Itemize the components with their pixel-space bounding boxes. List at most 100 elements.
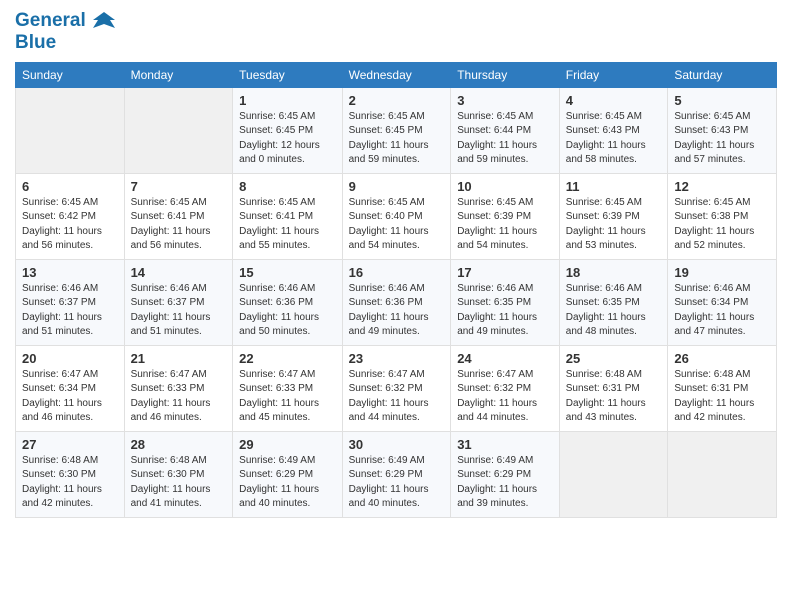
calendar-cell: 6 Sunrise: 6:45 AM Sunset: 6:42 PM Daylig… bbox=[16, 173, 125, 259]
day-content: Sunrise: 6:45 AM Sunset: 6:40 PM Dayligh… bbox=[349, 196, 445, 254]
day-number: 28 bbox=[131, 437, 227, 452]
logo-bird-icon bbox=[93, 10, 115, 32]
day-content: Sunrise: 6:49 AM Sunset: 6:29 PM Dayligh… bbox=[239, 454, 335, 512]
calendar-cell: 10Sunrise: 6:45 AM Sunset: 6:39 PM Dayli… bbox=[451, 173, 560, 259]
day-content: Sunrise: 6:48 AM Sunset: 6:31 PM Dayligh… bbox=[674, 368, 770, 426]
day-number: 17 bbox=[457, 265, 553, 280]
day-number: 21 bbox=[131, 351, 227, 366]
calendar-cell: 2 Sunrise: 6:45 AM Sunset: 6:45 PM Daylig… bbox=[342, 87, 451, 173]
day-number: 6 bbox=[22, 179, 118, 194]
day-number: 11 bbox=[566, 179, 662, 194]
day-content: Sunrise: 6:45 AM Sunset: 6:38 PM Dayligh… bbox=[674, 196, 770, 254]
day-content: Sunrise: 6:46 AM Sunset: 6:36 PM Dayligh… bbox=[239, 282, 335, 340]
day-number: 12 bbox=[674, 179, 770, 194]
calendar-cell: 18 Sunrise: 6:46 AM Sunset: 6:35 PM Dayli… bbox=[559, 259, 668, 345]
calendar-cell: 12 Sunrise: 6:45 AM Sunset: 6:38 PM Dayli… bbox=[668, 173, 777, 259]
calendar-cell: 7 Sunrise: 6:45 AM Sunset: 6:41 PM Daylig… bbox=[124, 173, 233, 259]
calendar-cell: 26 Sunrise: 6:48 AM Sunset: 6:31 PM Dayli… bbox=[668, 345, 777, 431]
calendar-cell: 24 Sunrise: 6:47 AM Sunset: 6:32 PM Dayli… bbox=[451, 345, 560, 431]
day-number: 14 bbox=[131, 265, 227, 280]
header-day-wednesday: Wednesday bbox=[342, 62, 451, 87]
logo-text: General bbox=[15, 10, 115, 32]
day-content: Sunrise: 6:45 AM Sunset: 6:45 PM Dayligh… bbox=[349, 110, 445, 168]
calendar-cell: 31 Sunrise: 6:49 AM Sunset: 6:29 PM Dayli… bbox=[451, 431, 560, 517]
day-number: 24 bbox=[457, 351, 553, 366]
day-number: 26 bbox=[674, 351, 770, 366]
calendar-cell: 17 Sunrise: 6:46 AM Sunset: 6:35 PM Dayli… bbox=[451, 259, 560, 345]
day-content: Sunrise: 6:49 AM Sunset: 6:29 PM Dayligh… bbox=[457, 454, 553, 512]
calendar-cell: 1Sunrise: 6:45 AM Sunset: 6:45 PM Daylig… bbox=[233, 87, 342, 173]
calendar-cell: 15 Sunrise: 6:46 AM Sunset: 6:36 PM Dayli… bbox=[233, 259, 342, 345]
calendar-cell: 3Sunrise: 6:45 AM Sunset: 6:44 PM Daylig… bbox=[451, 87, 560, 173]
header-row: SundayMondayTuesdayWednesdayThursdayFrid… bbox=[16, 62, 777, 87]
day-content: Sunrise: 6:47 AM Sunset: 6:32 PM Dayligh… bbox=[349, 368, 445, 426]
day-number: 2 bbox=[349, 93, 445, 108]
day-content: Sunrise: 6:47 AM Sunset: 6:32 PM Dayligh… bbox=[457, 368, 553, 426]
day-content: Sunrise: 6:48 AM Sunset: 6:30 PM Dayligh… bbox=[22, 454, 118, 512]
calendar-cell: 28 Sunrise: 6:48 AM Sunset: 6:30 PM Dayli… bbox=[124, 431, 233, 517]
day-number: 8 bbox=[239, 179, 335, 194]
day-content: Sunrise: 6:45 AM Sunset: 6:41 PM Dayligh… bbox=[131, 196, 227, 254]
day-content: Sunrise: 6:46 AM Sunset: 6:35 PM Dayligh… bbox=[457, 282, 553, 340]
day-number: 16 bbox=[349, 265, 445, 280]
calendar-table: SundayMondayTuesdayWednesdayThursdayFrid… bbox=[15, 62, 777, 518]
day-number: 22 bbox=[239, 351, 335, 366]
day-number: 20 bbox=[22, 351, 118, 366]
day-content: Sunrise: 6:45 AM Sunset: 6:39 PM Dayligh… bbox=[566, 196, 662, 254]
day-content: Sunrise: 6:49 AM Sunset: 6:29 PM Dayligh… bbox=[349, 454, 445, 512]
calendar-cell: 16 Sunrise: 6:46 AM Sunset: 6:36 PM Dayli… bbox=[342, 259, 451, 345]
day-content: Sunrise: 6:45 AM Sunset: 6:42 PM Dayligh… bbox=[22, 196, 118, 254]
calendar-cell: 5Sunrise: 6:45 AM Sunset: 6:43 PM Daylig… bbox=[668, 87, 777, 173]
calendar-cell: 22 Sunrise: 6:47 AM Sunset: 6:33 PM Dayli… bbox=[233, 345, 342, 431]
calendar-cell: 13Sunrise: 6:46 AM Sunset: 6:37 PM Dayli… bbox=[16, 259, 125, 345]
day-number: 7 bbox=[131, 179, 227, 194]
day-number: 29 bbox=[239, 437, 335, 452]
day-content: Sunrise: 6:45 AM Sunset: 6:39 PM Dayligh… bbox=[457, 196, 553, 254]
day-content: Sunrise: 6:45 AM Sunset: 6:41 PM Dayligh… bbox=[239, 196, 335, 254]
day-content: Sunrise: 6:47 AM Sunset: 6:34 PM Dayligh… bbox=[22, 368, 118, 426]
day-content: Sunrise: 6:47 AM Sunset: 6:33 PM Dayligh… bbox=[239, 368, 335, 426]
day-content: Sunrise: 6:45 AM Sunset: 6:45 PM Dayligh… bbox=[239, 110, 335, 168]
day-content: Sunrise: 6:45 AM Sunset: 6:43 PM Dayligh… bbox=[674, 110, 770, 168]
calendar-cell bbox=[559, 431, 668, 517]
week-row-2: 6 Sunrise: 6:45 AM Sunset: 6:42 PM Daylig… bbox=[16, 173, 777, 259]
day-content: Sunrise: 6:45 AM Sunset: 6:43 PM Dayligh… bbox=[566, 110, 662, 168]
calendar-cell: 11 Sunrise: 6:45 AM Sunset: 6:39 PM Dayli… bbox=[559, 173, 668, 259]
day-number: 31 bbox=[457, 437, 553, 452]
header-day-sunday: Sunday bbox=[16, 62, 125, 87]
week-row-1: 1Sunrise: 6:45 AM Sunset: 6:45 PM Daylig… bbox=[16, 87, 777, 173]
header-day-friday: Friday bbox=[559, 62, 668, 87]
day-content: Sunrise: 6:46 AM Sunset: 6:35 PM Dayligh… bbox=[566, 282, 662, 340]
calendar-cell: 27Sunrise: 6:48 AM Sunset: 6:30 PM Dayli… bbox=[16, 431, 125, 517]
calendar-cell: 29 Sunrise: 6:49 AM Sunset: 6:29 PM Dayli… bbox=[233, 431, 342, 517]
day-content: Sunrise: 6:46 AM Sunset: 6:36 PM Dayligh… bbox=[349, 282, 445, 340]
calendar-cell: 23Sunrise: 6:47 AM Sunset: 6:32 PM Dayli… bbox=[342, 345, 451, 431]
day-content: Sunrise: 6:48 AM Sunset: 6:31 PM Dayligh… bbox=[566, 368, 662, 426]
calendar-cell: 19Sunrise: 6:46 AM Sunset: 6:34 PM Dayli… bbox=[668, 259, 777, 345]
day-content: Sunrise: 6:48 AM Sunset: 6:30 PM Dayligh… bbox=[131, 454, 227, 512]
day-number: 15 bbox=[239, 265, 335, 280]
page-header: General Blue bbox=[15, 10, 777, 54]
calendar-cell: 4Sunrise: 6:45 AM Sunset: 6:43 PM Daylig… bbox=[559, 87, 668, 173]
calendar-cell: 30 Sunrise: 6:49 AM Sunset: 6:29 PM Dayli… bbox=[342, 431, 451, 517]
week-row-3: 13Sunrise: 6:46 AM Sunset: 6:37 PM Dayli… bbox=[16, 259, 777, 345]
day-content: Sunrise: 6:45 AM Sunset: 6:44 PM Dayligh… bbox=[457, 110, 553, 168]
day-content: Sunrise: 6:46 AM Sunset: 6:37 PM Dayligh… bbox=[22, 282, 118, 340]
logo: General Blue bbox=[15, 10, 115, 54]
logo-general: General bbox=[15, 10, 86, 31]
week-row-5: 27Sunrise: 6:48 AM Sunset: 6:30 PM Dayli… bbox=[16, 431, 777, 517]
day-number: 19 bbox=[674, 265, 770, 280]
calendar-cell: 25 Sunrise: 6:48 AM Sunset: 6:31 PM Dayli… bbox=[559, 345, 668, 431]
calendar-cell: 9Sunrise: 6:45 AM Sunset: 6:40 PM Daylig… bbox=[342, 173, 451, 259]
header-day-monday: Monday bbox=[124, 62, 233, 87]
calendar-cell bbox=[16, 87, 125, 173]
day-number: 18 bbox=[566, 265, 662, 280]
logo-blue: Blue bbox=[15, 32, 115, 54]
day-number: 25 bbox=[566, 351, 662, 366]
day-content: Sunrise: 6:47 AM Sunset: 6:33 PM Dayligh… bbox=[131, 368, 227, 426]
calendar-cell bbox=[668, 431, 777, 517]
day-content: Sunrise: 6:46 AM Sunset: 6:37 PM Dayligh… bbox=[131, 282, 227, 340]
day-number: 30 bbox=[349, 437, 445, 452]
calendar-cell bbox=[124, 87, 233, 173]
header-day-saturday: Saturday bbox=[668, 62, 777, 87]
